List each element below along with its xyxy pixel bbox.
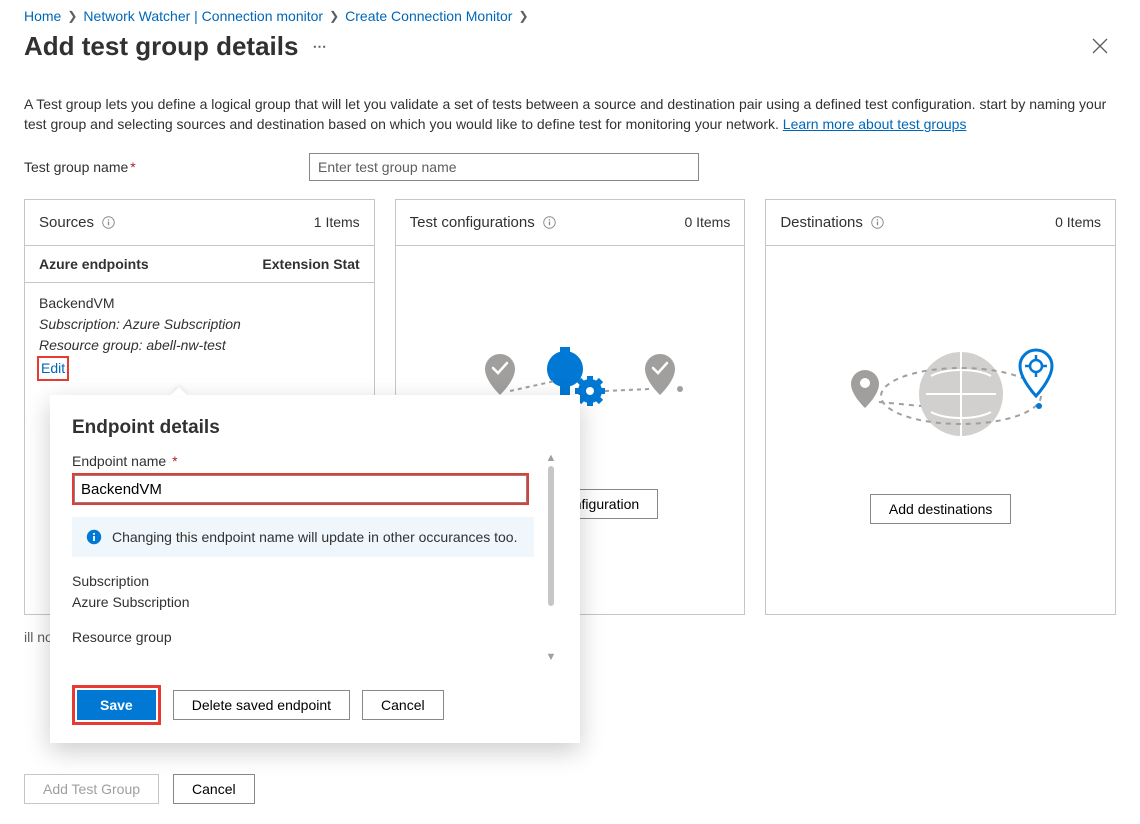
info-icon[interactable] <box>102 216 115 229</box>
breadcrumb-create-cm[interactable]: Create Connection Monitor <box>345 8 512 24</box>
dest-panel-header: Destinations 0 Items <box>766 200 1115 246</box>
sources-columns: Azure endpoints Extension Stat <box>25 246 374 283</box>
chevron-right-icon: ❯ <box>518 9 528 23</box>
test-group-name-label: Test group name* <box>24 159 309 175</box>
tests-count: 0 Items <box>684 214 730 230</box>
chevron-right-icon: ❯ <box>329 9 339 23</box>
endpoint-name-input[interactable] <box>74 475 527 503</box>
test-group-name-input[interactable] <box>309 153 699 181</box>
close-button[interactable] <box>1084 30 1116 62</box>
dest-title: Destinations <box>780 214 863 231</box>
scroll-up-icon: ▲ <box>546 453 557 464</box>
info-icon[interactable] <box>543 216 556 229</box>
source-item: BackendVM Subscription: Azure Subscripti… <box>25 283 374 381</box>
delete-endpoint-button[interactable]: Delete saved endpoint <box>173 690 350 720</box>
popover-tip <box>170 387 188 396</box>
breadcrumb-network-watcher[interactable]: Network Watcher | Connection monitor <box>83 8 323 24</box>
more-icon[interactable]: ⋯ <box>312 38 328 55</box>
info-icon <box>86 529 102 545</box>
cancel-endpoint-button[interactable]: Cancel <box>362 690 444 720</box>
dest-count: 0 Items <box>1055 214 1101 230</box>
breadcrumb: Home ❯ Network Watcher | Connection moni… <box>0 0 1140 28</box>
subscription-label: Subscription <box>72 571 534 592</box>
edit-source-link[interactable]: Edit <box>41 360 65 376</box>
endpoint-name-label: Endpoint name * <box>72 453 534 469</box>
chevron-right-icon: ❯ <box>67 9 77 23</box>
intro-text: A Test group lets you define a logical g… <box>24 94 1116 135</box>
save-button[interactable]: Save <box>77 690 156 720</box>
source-item-name: BackendVM <box>39 293 360 314</box>
close-icon <box>1092 38 1108 54</box>
info-callout: Changing this endpoint name will update … <box>72 517 534 557</box>
info-icon[interactable] <box>871 216 884 229</box>
resource-group-label: Resource group <box>72 627 534 648</box>
sources-count: 1 Items <box>314 214 360 230</box>
destinations-illustration <box>811 336 1071 466</box>
col-azure-endpoints: Azure endpoints <box>39 256 262 272</box>
sources-title: Sources <box>39 214 94 231</box>
footer-actions: Add Test Group Cancel <box>24 774 255 804</box>
endpoint-details-popover: Endpoint details Endpoint name * Changin… <box>50 395 580 743</box>
source-item-resource-group: Resource group: abell-nw-test <box>39 335 360 356</box>
add-test-group-button[interactable]: Add Test Group <box>24 774 159 804</box>
popover-scrollbar[interactable]: ▲ ▼ <box>544 453 558 663</box>
tests-panel-header: Test configurations 0 Items <box>396 200 745 246</box>
page-title: Add test group details <box>24 31 298 62</box>
col-extension-status: Extension Stat <box>262 256 359 272</box>
title-bar: Add test group details ⋯ <box>0 28 1140 80</box>
info-text: Changing this endpoint name will update … <box>112 529 517 545</box>
scroll-down-icon: ▼ <box>546 652 557 663</box>
add-destinations-button[interactable]: Add destinations <box>870 494 1012 524</box>
destinations-panel: Destinations 0 Items <box>765 199 1116 615</box>
cancel-button[interactable]: Cancel <box>173 774 255 804</box>
source-item-subscription: Subscription: Azure Subscription <box>39 314 360 335</box>
scroll-thumb[interactable] <box>548 466 554 606</box>
learn-more-link[interactable]: Learn more about test groups <box>783 116 967 132</box>
popover-title: Endpoint details <box>72 417 558 439</box>
breadcrumb-home[interactable]: Home <box>24 8 61 24</box>
sources-panel-header: Sources 1 Items <box>25 200 374 246</box>
tests-title: Test configurations <box>410 214 535 231</box>
test-group-name-field: Test group name* <box>24 153 1116 181</box>
popover-actions: Save Delete saved endpoint Cancel <box>72 685 558 725</box>
subscription-value: Azure Subscription <box>72 592 534 613</box>
